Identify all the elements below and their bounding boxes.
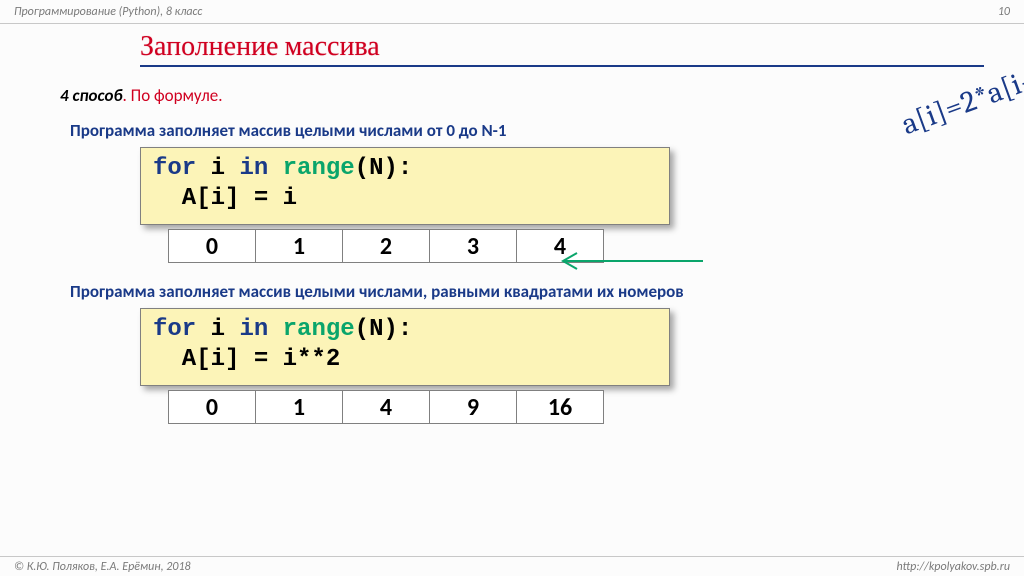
array-cell: 1 — [255, 390, 343, 424]
var-i: i — [211, 316, 225, 343]
method-text: . По формуле. — [123, 85, 223, 106]
desc-2: Программа заполняет массив целыми числам… — [70, 281, 984, 302]
method-line: 4 способ. По формуле. — [60, 85, 984, 106]
footer-url: http://kpolyakov.spb.ru — [896, 560, 1010, 574]
copyright: © К.Ю. Поляков, Е.А. Ерёмин, 2018 — [14, 560, 191, 574]
code-box-2: for i in range(N): A[i] = i**2 — [140, 308, 670, 386]
array-cell: 9 — [429, 390, 517, 424]
array-cell: 0 — [168, 390, 256, 424]
array-cell: 0 — [168, 229, 256, 263]
page-title: Заполнение массива — [140, 30, 984, 67]
array-cell: 16 — [516, 390, 604, 424]
code-line-2: A[i] = i — [153, 185, 297, 212]
array-row-2: 0 1 4 9 16 — [168, 390, 984, 424]
var-i: i — [211, 155, 225, 182]
desc-1: Программа заполняет массив целыми числам… — [70, 120, 984, 141]
array-cell: 2 — [342, 229, 430, 263]
kw-range: range — [283, 155, 355, 182]
kw-for: for — [153, 155, 196, 182]
header-bar: Программирование (Python), 8 класс 10 — [0, 0, 1024, 24]
kw-in: in — [239, 316, 268, 343]
range-arg: (N): — [355, 316, 413, 343]
kw-for: for — [153, 316, 196, 343]
slide-body: Заполнение массива 4 способ. По формуле.… — [0, 24, 1024, 424]
kw-range: range — [283, 316, 355, 343]
example-block-2: Программа заполняет массив целыми числам… — [140, 281, 984, 424]
range-arg: (N): — [355, 155, 413, 182]
array-cell: 3 — [429, 229, 517, 263]
method-label: 4 способ — [60, 85, 123, 106]
kw-in: in — [239, 155, 268, 182]
code-box-1: for i in range(N): A[i] = i — [140, 147, 670, 225]
example-block-1: Программа заполняет массив целыми числам… — [140, 120, 984, 263]
green-arrow-icon — [555, 246, 705, 276]
page-number: 10 — [998, 5, 1010, 19]
array-cell: 1 — [255, 229, 343, 263]
course-label: Программирование (Python), 8 класс — [14, 5, 202, 19]
array-cell: 4 — [342, 390, 430, 424]
code-line-2: A[i] = i**2 — [153, 346, 340, 373]
footer-bar: © К.Ю. Поляков, Е.А. Ерёмин, 2018 http:/… — [0, 556, 1024, 576]
